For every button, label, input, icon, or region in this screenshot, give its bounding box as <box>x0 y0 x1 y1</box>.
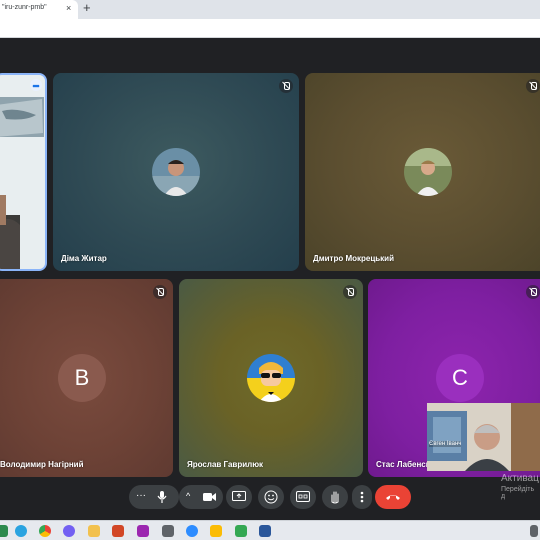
reactions-button[interactable] <box>258 485 284 509</box>
calculator-icon[interactable] <box>162 525 174 537</box>
word-icon[interactable] <box>259 525 271 537</box>
participant-tile[interactable]: В Володимир Нагірний <box>0 279 173 477</box>
zoom-icon[interactable] <box>186 525 198 537</box>
tab-title: "iru-zunr-pmb" <box>2 4 47 11</box>
telegram-icon[interactable] <box>15 525 27 537</box>
mic-off-icon <box>153 285 167 299</box>
browser-tab-bar: "iru-zunr-pmb" × + <box>0 0 540 19</box>
video-camera-icon <box>203 493 216 501</box>
activation-watermark-subtitle: Перейдіть д <box>501 486 535 500</box>
participant-name: Стас Лабенсь <box>376 460 431 469</box>
mic-off-icon <box>343 285 357 299</box>
participant-initial: В <box>58 354 106 402</box>
taskbar-icon-app[interactable] <box>0 525 8 537</box>
photos-icon[interactable] <box>137 525 149 537</box>
mic-off-icon <box>279 79 293 93</box>
hang-up-icon <box>386 495 400 500</box>
mic-off-icon <box>526 79 540 93</box>
captions-button[interactable] <box>290 485 316 509</box>
chrome-icon[interactable] <box>39 525 51 537</box>
captions-icon <box>296 491 310 502</box>
camera-button[interactable]: ^ <box>179 485 223 509</box>
meeting-area: Діма Житар Дмитро Мокрецький В Володимир… <box>0 38 540 520</box>
participant-tile-camera[interactable] <box>0 73 47 271</box>
mic-off-icon <box>526 285 540 299</box>
participant-name: Дмитро Мокрецький <box>313 254 395 263</box>
present-screen-button[interactable] <box>226 485 252 509</box>
windows-taskbar <box>0 520 540 540</box>
viber-icon[interactable] <box>63 525 75 537</box>
speaking-indicator-icon <box>30 79 42 91</box>
chevron-up-icon: ^ <box>186 491 191 501</box>
app-icon[interactable] <box>235 525 247 537</box>
participant-tile[interactable]: Діма Житар <box>53 73 299 271</box>
participant-name: Володимир Нагірний <box>0 460 84 469</box>
file-explorer-icon[interactable] <box>88 525 100 537</box>
more-options-left-button[interactable]: ··· <box>129 485 179 509</box>
more-options-button[interactable] <box>352 485 372 509</box>
participant-tile[interactable]: Ярослав Гаврилюк <box>179 279 363 477</box>
microphone-icon <box>157 491 167 503</box>
self-view-video <box>427 403 540 471</box>
self-view[interactable]: Євген Іванч <box>427 403 540 471</box>
powerpoint-icon[interactable] <box>112 525 124 537</box>
participant-avatar-illustration <box>247 354 295 402</box>
leave-call-button[interactable] <box>375 485 411 509</box>
emoji-icon <box>264 490 278 504</box>
self-view-name: Євген Іванч <box>429 441 462 447</box>
participant-initial: С <box>436 354 484 402</box>
dots-icon: ··· <box>136 490 146 501</box>
notes-icon[interactable] <box>210 525 222 537</box>
participant-photo <box>404 148 452 196</box>
raise-hand-button[interactable] <box>322 485 348 509</box>
system-tray-icon[interactable] <box>530 525 538 537</box>
more-vert-icon <box>360 491 364 503</box>
participant-photo <box>152 148 200 196</box>
present-icon <box>232 491 246 501</box>
new-tab-icon[interactable]: + <box>83 0 91 15</box>
browser-toolbar <box>0 19 540 38</box>
browser-tab[interactable]: "iru-zunr-pmb" × <box>0 0 78 19</box>
tab-close-icon[interactable]: × <box>66 3 71 13</box>
participant-name: Діма Житар <box>61 254 107 263</box>
activation-watermark-title: Активац <box>501 473 539 484</box>
participant-tile[interactable]: Дмитро Мокрецький <box>305 73 540 271</box>
camera-video <box>0 75 45 269</box>
participant-name: Ярослав Гаврилюк <box>187 460 264 469</box>
hand-icon <box>331 491 339 504</box>
